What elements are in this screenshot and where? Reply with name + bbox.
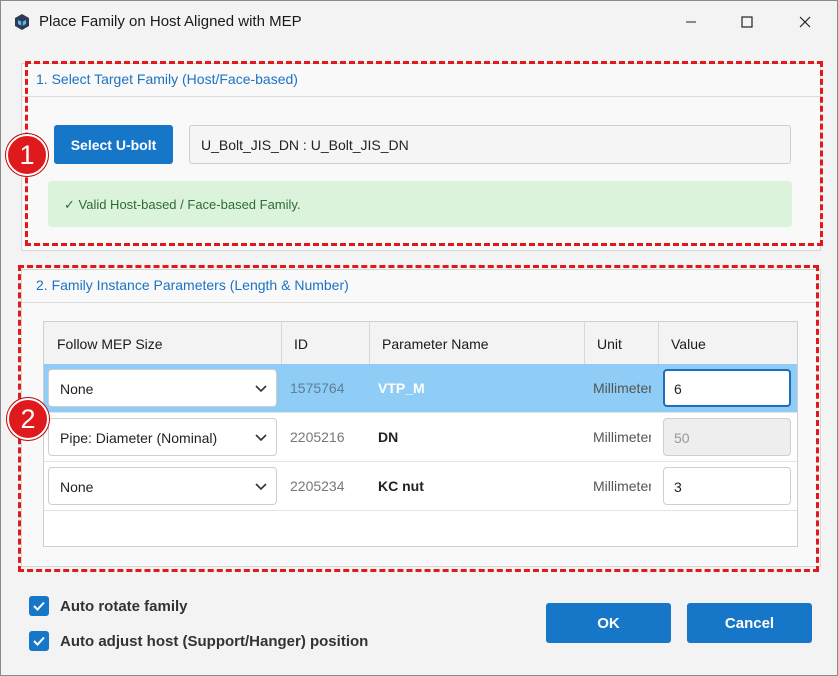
target-family-header: 1. Select Target Family (Host/Face-based… <box>22 64 820 97</box>
parameter-id: 2205216 <box>290 429 345 445</box>
chevron-down-icon <box>254 479 268 493</box>
title-bar: Place Family on Host Aligned with MEP <box>1 1 837 43</box>
parameter-unit: Millimeters <box>593 429 651 445</box>
auto-adjust-option[interactable]: Auto adjust host (Support/Hanger) positi… <box>29 630 368 652</box>
window-title: Place Family on Host Aligned with MEP <box>39 13 302 30</box>
chevron-down-icon <box>254 430 268 444</box>
maximize-button[interactable] <box>727 7 767 37</box>
follow-mep-size-dropdown[interactable]: Pipe: Diameter (Nominal) <box>48 418 277 456</box>
column-header-id[interactable]: ID <box>294 336 308 352</box>
parameter-value-input[interactable]: 3 <box>663 467 791 505</box>
table-row[interactable]: None 1575764 VTP_M Millimeters 6 <box>44 364 797 413</box>
auto-adjust-checkbox[interactable] <box>29 631 49 651</box>
parameter-unit: Millimeters <box>593 478 651 494</box>
parameter-value-input: 50 <box>663 418 791 456</box>
column-divider <box>658 322 659 364</box>
column-header-unit[interactable]: Unit <box>597 336 622 352</box>
table-header: Follow MEP Size ID Parameter Name Unit V… <box>44 322 797 365</box>
column-divider <box>281 322 282 364</box>
column-divider <box>369 322 370 364</box>
select-ubolt-button[interactable]: Select U-bolt <box>54 125 173 164</box>
parameter-value-input[interactable]: 6 <box>663 369 791 407</box>
column-divider <box>584 322 585 364</box>
parameter-id: 1575764 <box>290 380 345 396</box>
dropdown-value: Pipe: Diameter (Nominal) <box>60 430 218 446</box>
parameters-table: Follow MEP Size ID Parameter Name Unit V… <box>43 321 798 547</box>
app-logo-icon <box>13 13 31 31</box>
dropdown-value: None <box>60 479 94 495</box>
auto-adjust-label: Auto adjust host (Support/Hanger) positi… <box>60 632 369 650</box>
cancel-button[interactable]: Cancel <box>687 603 812 643</box>
parameter-unit: Millimeters <box>593 380 651 396</box>
chevron-down-icon <box>254 381 268 395</box>
auto-rotate-label: Auto rotate family <box>60 597 188 615</box>
auto-rotate-checkbox[interactable] <box>29 596 49 616</box>
parameter-name: VTP_M <box>378 380 425 396</box>
minimize-button[interactable] <box>671 7 711 37</box>
parameter-name: DN <box>378 429 399 445</box>
annotation-badge-2: 2 <box>7 398 49 440</box>
ok-button[interactable]: OK <box>546 603 671 643</box>
column-header-follow[interactable]: Follow MEP Size <box>57 336 163 352</box>
parameters-header: 2. Family Instance Parameters (Length & … <box>22 270 820 303</box>
follow-mep-size-dropdown[interactable]: None <box>48 467 277 505</box>
validation-message: ✓ Valid Host-based / Face-based Family. <box>64 197 301 212</box>
section1-title: 1. Select Target Family (Host/Face-based… <box>36 71 298 87</box>
column-header-name[interactable]: Parameter Name <box>382 336 489 352</box>
table-row[interactable]: None 2205234 KC nut Millimeters 3 <box>44 462 797 511</box>
parameter-name: KC nut <box>378 478 424 494</box>
section2-title: 2. Family Instance Parameters (Length & … <box>36 277 349 293</box>
dialog-window: Place Family on Host Aligned with MEP 1.… <box>0 0 838 676</box>
family-name-field[interactable]: U_Bolt_JIS_DN : U_Bolt_JIS_DN <box>189 125 791 164</box>
auto-rotate-option[interactable]: Auto rotate family <box>29 595 188 617</box>
parameter-id: 2205234 <box>290 478 345 494</box>
validation-banner: ✓ Valid Host-based / Face-based Family. <box>48 181 792 227</box>
annotation-badge-1: 1 <box>6 134 48 176</box>
follow-mep-size-dropdown[interactable]: None <box>48 369 277 407</box>
dropdown-value: None <box>60 381 94 397</box>
close-button[interactable] <box>785 7 825 37</box>
column-header-value[interactable]: Value <box>671 336 706 352</box>
table-row[interactable]: Pipe: Diameter (Nominal) 2205216 DN Mill… <box>44 413 797 462</box>
